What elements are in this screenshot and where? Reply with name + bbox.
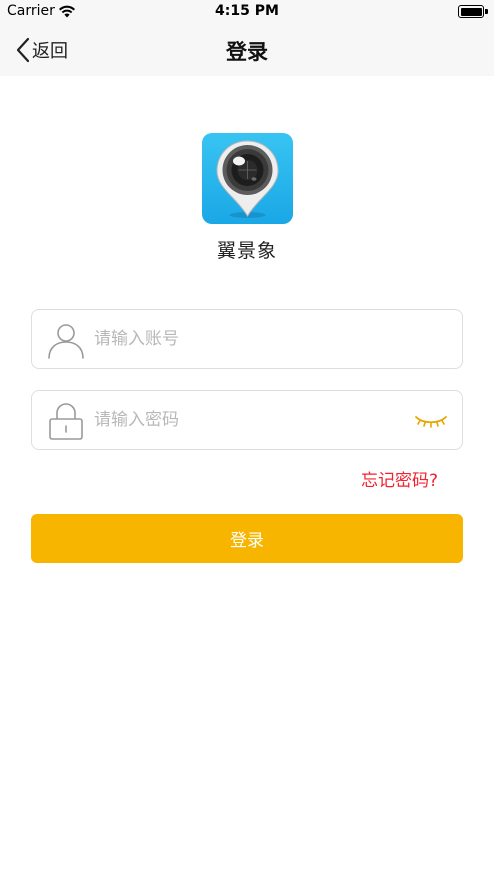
eye-closed-icon[interactable]	[414, 409, 448, 431]
account-input[interactable]	[94, 310, 394, 368]
status-bar: Carrier 4:15 PM	[0, 0, 494, 24]
camera-pin-icon	[216, 140, 279, 218]
account-field[interactable]	[31, 309, 463, 369]
login-button[interactable]: 登录	[31, 514, 463, 563]
status-time: 4:15 PM	[215, 3, 279, 19]
app-name: 翼景象	[216, 240, 277, 262]
user-icon	[48, 324, 84, 359]
battery-icon	[458, 5, 488, 18]
app-logo	[202, 133, 293, 224]
login-screen: Carrier 4:15 PM 返回 登录 翼景象 请输入账号 忘记密码? 登录	[0, 0, 494, 878]
password-field[interactable]	[31, 390, 463, 450]
navigation-bar: 返回 登录	[0, 24, 494, 76]
lock-icon	[49, 403, 83, 440]
forgot-password-link[interactable]: 忘记密码?	[361, 466, 438, 491]
page-title: 登录	[226, 40, 268, 64]
password-input[interactable]	[94, 391, 394, 449]
